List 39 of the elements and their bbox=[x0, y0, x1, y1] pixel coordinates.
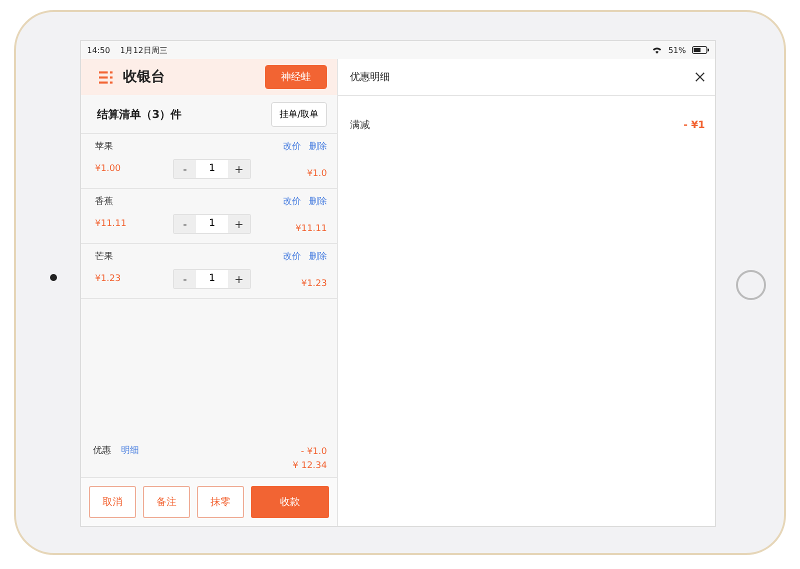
delete-link[interactable]: 删除 bbox=[309, 195, 327, 208]
collect-payment-button[interactable]: 收款 bbox=[251, 486, 329, 518]
edit-price-link[interactable]: 改价 bbox=[283, 140, 301, 153]
item-subtotal: ¥1.23 bbox=[301, 278, 327, 289]
status-date: 1月12日周三 bbox=[120, 44, 168, 56]
item-name: 香蕉 bbox=[95, 196, 113, 208]
delete-link[interactable]: 删除 bbox=[309, 140, 327, 153]
discount-value: - ¥1 bbox=[683, 120, 705, 130]
action-button[interactable]: 抹零 bbox=[197, 486, 244, 518]
action-button[interactable]: 备注 bbox=[143, 486, 190, 518]
item-subtotal: ¥1.0 bbox=[306, 168, 327, 179]
hold-order-button[interactable]: 挂单/取单 bbox=[271, 102, 327, 126]
unit-price: ¥11.11 bbox=[95, 219, 128, 229]
status-time: 14:50 bbox=[87, 46, 110, 54]
battery-icon bbox=[692, 46, 709, 54]
total-amount: ¥ 12.34 bbox=[292, 461, 327, 471]
home-button[interactable] bbox=[736, 270, 766, 300]
edit-price-link[interactable]: 改价 bbox=[283, 195, 301, 208]
user-button[interactable]: 神经蛙 bbox=[265, 65, 327, 89]
discount-amount: - ¥1.0 bbox=[300, 446, 327, 457]
item-name: 苹果 bbox=[95, 140, 113, 153]
unit-price: ¥1.23 bbox=[95, 274, 122, 284]
item-name: 芒果 bbox=[95, 250, 113, 263]
cart-title: 结算清单（3）件 bbox=[97, 106, 182, 122]
discount-detail-link[interactable]: 明细 bbox=[121, 444, 139, 456]
delete-link[interactable]: 删除 bbox=[309, 250, 327, 263]
panel-title: 优惠明细 bbox=[350, 70, 390, 84]
page-title: 收银台 bbox=[123, 68, 165, 86]
menu-icon[interactable] bbox=[99, 70, 113, 84]
camera-icon bbox=[50, 274, 57, 281]
action-button[interactable]: 取消 bbox=[89, 486, 136, 518]
discount-label: 优惠 bbox=[93, 444, 111, 456]
close-icon[interactable] bbox=[695, 72, 705, 82]
unit-price: ¥1.00 bbox=[95, 164, 122, 174]
discount-type: 满减 bbox=[350, 118, 370, 132]
edit-price-link[interactable]: 改价 bbox=[283, 250, 301, 263]
item-subtotal: ¥11.11 bbox=[296, 223, 327, 234]
wifi-icon bbox=[652, 46, 662, 54]
battery-percent: 51% bbox=[668, 46, 686, 54]
